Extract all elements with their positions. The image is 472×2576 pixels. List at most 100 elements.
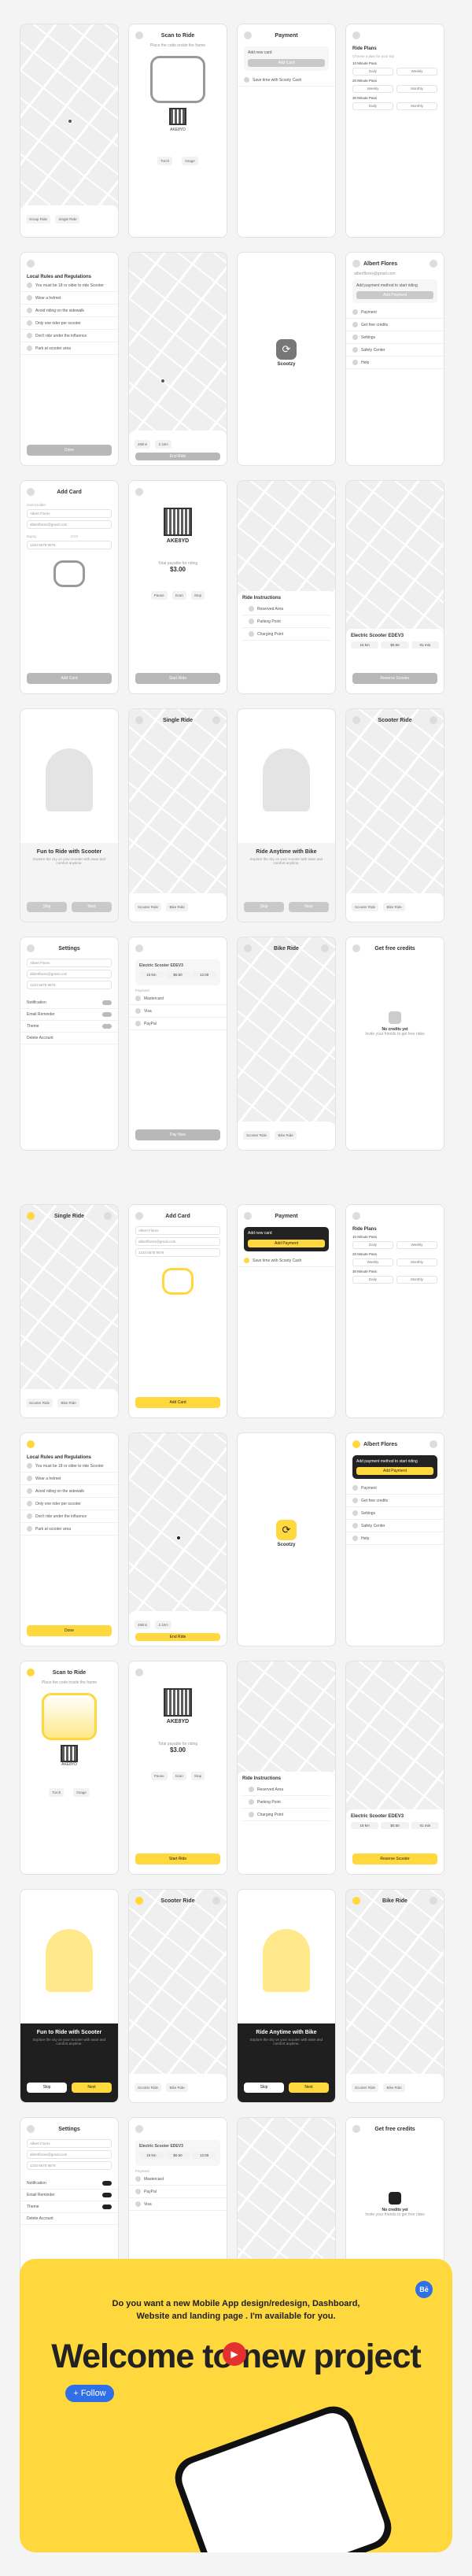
phone-field[interactable]: 1234 5678 9876 bbox=[27, 981, 112, 989]
torch-button[interactable]: Torch bbox=[49, 1788, 65, 1797]
card-scan-frame[interactable] bbox=[162, 1268, 194, 1295]
plan-option[interactable]: Daily bbox=[352, 1276, 393, 1284]
scooter-ride-chip[interactable]: Scooter Ride bbox=[352, 903, 379, 911]
plan-option[interactable]: Weekly bbox=[352, 1258, 393, 1266]
scan-button[interactable]: Scan bbox=[171, 1772, 186, 1780]
back-icon[interactable] bbox=[135, 1212, 143, 1220]
plan-option[interactable]: Daily bbox=[352, 1241, 393, 1249]
menu-settings[interactable]: Settings bbox=[346, 1507, 444, 1520]
back-icon[interactable] bbox=[27, 2125, 35, 2133]
behance-icon[interactable]: Bē bbox=[415, 2281, 433, 2298]
menu-safety[interactable]: Safety Center bbox=[346, 1520, 444, 1532]
back-icon[interactable] bbox=[135, 1897, 143, 1905]
image-button[interactable]: Image bbox=[182, 157, 198, 165]
name-field[interactable]: Albert Flores bbox=[27, 959, 112, 967]
plan-option[interactable]: Monthly bbox=[396, 1258, 437, 1266]
email-field[interactable]: albertflores@gmail.com bbox=[27, 970, 112, 978]
scooty-cash-row[interactable]: Save time with Scooty Cash bbox=[238, 1255, 335, 1267]
email-field[interactable]: albertflores@gmail.com bbox=[135, 1237, 220, 1246]
plan-option[interactable]: Daily bbox=[352, 68, 393, 76]
visa-option[interactable]: Visa bbox=[129, 2198, 227, 2211]
card-number-field[interactable]: 1234 5678 9876 bbox=[135, 1248, 220, 1257]
visa-option[interactable]: Visa bbox=[129, 1005, 227, 1018]
image-button[interactable]: Image bbox=[73, 1788, 90, 1797]
back-icon[interactable] bbox=[135, 488, 143, 496]
follow-button[interactable]: + Follow bbox=[65, 2385, 114, 2402]
card-holder-field[interactable]: Albert Flores bbox=[135, 1226, 220, 1235]
back-icon[interactable] bbox=[352, 716, 360, 724]
back-icon[interactable] bbox=[27, 488, 35, 496]
paypal-option[interactable]: PayPal bbox=[129, 2186, 227, 2198]
bike-ride-chip[interactable]: Bike Ride bbox=[57, 1399, 79, 1407]
back-icon[interactable] bbox=[352, 944, 360, 952]
name-field[interactable]: Albert Flores bbox=[27, 2139, 112, 2148]
scooter-ride-chip[interactable]: Scooter Ride bbox=[135, 2083, 162, 2092]
back-icon[interactable] bbox=[244, 944, 252, 952]
reserve-button[interactable]: Reserve Scooter bbox=[352, 1853, 437, 1865]
bike-ride-chip[interactable]: Bike Ride bbox=[166, 2083, 188, 2092]
end-ride-button[interactable]: End Ride bbox=[135, 453, 220, 460]
scooter-ride-chip[interactable]: Scooter Ride bbox=[26, 1399, 53, 1407]
pause-button[interactable]: Pause bbox=[150, 591, 168, 600]
bike-ride-chip[interactable]: Bike Ride bbox=[383, 903, 405, 911]
theme-toggle[interactable] bbox=[102, 1024, 112, 1029]
back-icon[interactable] bbox=[135, 2125, 143, 2133]
add-payment-button[interactable]: Add Payment bbox=[356, 291, 433, 299]
bike-ride-chip[interactable]: Bike Ride bbox=[275, 1131, 297, 1140]
menu-settings[interactable]: Settings bbox=[346, 331, 444, 344]
delete-account-row[interactable]: Delete Account bbox=[20, 2213, 118, 2225]
bike-ride-chip[interactable]: Bike Ride bbox=[166, 903, 188, 911]
card-number-field[interactable]: 1234 5678 9876 bbox=[27, 541, 112, 549]
mastercard-option[interactable]: Mastercard bbox=[129, 2173, 227, 2186]
scooty-cash-row[interactable]: Save time with Scooty Cash bbox=[238, 74, 335, 87]
stop-button[interactable]: Stop bbox=[190, 1772, 205, 1780]
skip-button[interactable]: Skip bbox=[244, 2083, 284, 2093]
plan-option[interactable]: Daily bbox=[352, 102, 393, 110]
plan-option[interactable]: Monthly bbox=[396, 1276, 437, 1284]
back-icon[interactable] bbox=[27, 1212, 35, 1220]
menu-safety[interactable]: Safety Center bbox=[346, 344, 444, 357]
add-payment-button[interactable]: Add Payment bbox=[248, 1240, 325, 1247]
back-icon[interactable] bbox=[352, 2125, 360, 2133]
start-ride-button[interactable]: Start Ride bbox=[135, 673, 220, 684]
email-toggle[interactable] bbox=[102, 1012, 112, 1017]
email-field[interactable]: albertflores@gmail.com bbox=[27, 2150, 112, 2159]
back-icon[interactable] bbox=[27, 260, 35, 268]
back-icon[interactable] bbox=[352, 1212, 360, 1220]
plan-option[interactable]: Monthly bbox=[396, 102, 437, 110]
end-ride-button[interactable]: End Ride bbox=[135, 1633, 220, 1641]
mastercard-option[interactable]: Mastercard bbox=[129, 992, 227, 1005]
single-ride-chip[interactable]: Single Ride bbox=[55, 215, 80, 224]
back-icon[interactable] bbox=[135, 716, 143, 724]
scan-button[interactable]: Scan bbox=[171, 591, 186, 600]
bike-ride-chip[interactable]: Bike Ride bbox=[383, 2083, 405, 2092]
add-card-button[interactable]: Add Card bbox=[248, 59, 325, 67]
notification-toggle[interactable] bbox=[102, 1000, 112, 1005]
back-icon[interactable] bbox=[135, 1669, 143, 1676]
close-icon[interactable] bbox=[430, 260, 437, 268]
back-icon[interactable] bbox=[135, 944, 143, 952]
scooter-ride-chip[interactable]: Scooter Ride bbox=[352, 2083, 379, 2092]
skip-button[interactable]: Skip bbox=[27, 2083, 67, 2093]
back-icon[interactable] bbox=[27, 944, 35, 952]
group-ride-chip[interactable]: Group Ride bbox=[26, 215, 51, 224]
plan-option[interactable]: Weekly bbox=[396, 68, 437, 76]
card-holder-field[interactable]: Albert Flores bbox=[27, 509, 112, 518]
card-scan-frame[interactable] bbox=[53, 560, 85, 587]
torch-button[interactable]: Torch bbox=[157, 157, 173, 165]
email-field[interactable]: albertflores@gmail.com bbox=[27, 520, 112, 529]
done-button[interactable]: Done bbox=[27, 1625, 112, 1636]
back-icon[interactable] bbox=[244, 31, 252, 39]
plan-option[interactable]: Monthly bbox=[396, 85, 437, 93]
phone-field[interactable]: 1234 5678 9876 bbox=[27, 2161, 112, 2170]
back-icon[interactable] bbox=[27, 1440, 35, 1448]
next-button[interactable]: Next bbox=[72, 902, 112, 912]
menu-credits[interactable]: Get free credits bbox=[346, 319, 444, 331]
menu-payment[interactable]: Payment bbox=[346, 1482, 444, 1495]
plan-option[interactable]: Weekly bbox=[352, 85, 393, 93]
menu-credits[interactable]: Get free credits bbox=[346, 1495, 444, 1507]
start-ride-button[interactable]: Start Ride bbox=[135, 1853, 220, 1865]
back-icon[interactable] bbox=[27, 1669, 35, 1676]
stop-button[interactable]: Stop bbox=[190, 591, 205, 600]
back-icon[interactable] bbox=[352, 1897, 360, 1905]
